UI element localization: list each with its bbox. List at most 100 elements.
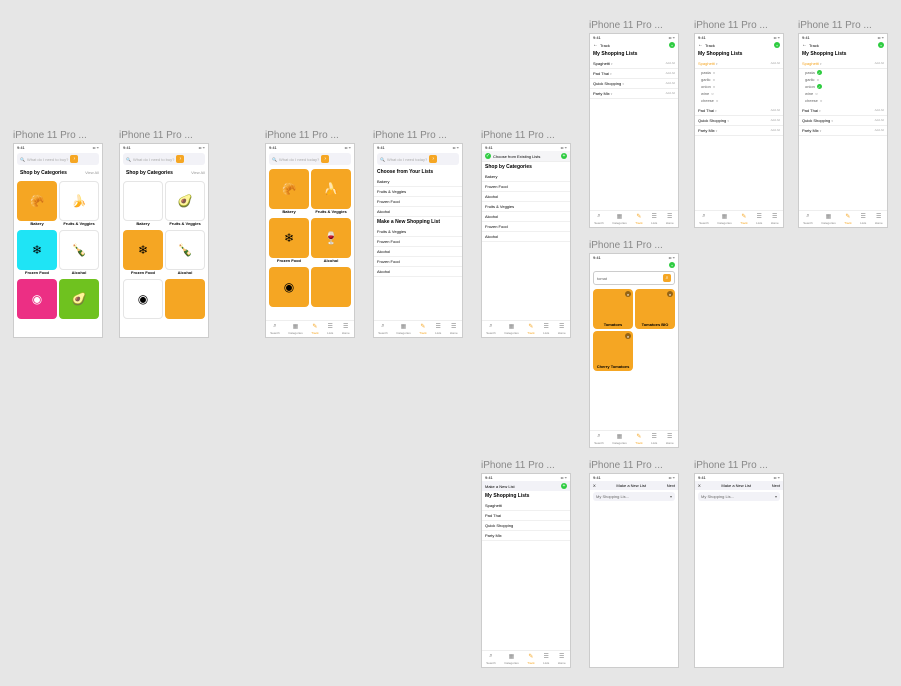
list-row[interactable]: Pad Thai ▾Add All — [799, 106, 887, 116]
list-row[interactable]: Fruits & Veggies — [374, 187, 462, 197]
tab-track[interactable]: ✎Track — [311, 323, 318, 335]
list-row[interactable]: Spaghetti ▾Add All — [590, 59, 678, 69]
category-tile-blank[interactable] — [311, 267, 351, 307]
list-row[interactable]: Fruits & Veggies — [482, 202, 570, 212]
ingredient-row[interactable]: pasta ○ — [701, 69, 780, 76]
choose-existing-row[interactable]: ✓Choose from Existing Lists + — [482, 151, 570, 162]
list-row[interactable]: Quick Shopping ▾Add All — [799, 116, 887, 126]
list-row[interactable]: Party Mix — [482, 531, 570, 541]
close-icon[interactable]: × — [625, 333, 631, 339]
tab-lists[interactable]: ☰Lists — [327, 323, 333, 335]
tab-home[interactable]: ☰Home — [342, 323, 350, 335]
ingredient-row[interactable]: wine ○ — [701, 90, 780, 97]
ingredient-row[interactable]: wine ○ — [805, 90, 884, 97]
tab-categories[interactable]: ▦Categories — [288, 323, 303, 335]
list-row[interactable]: Frozen Food — [374, 197, 462, 207]
add-list-button[interactable]: + — [561, 483, 567, 489]
list-row[interactable]: Fruits & Veggies — [374, 227, 462, 237]
next-button[interactable]: Next — [667, 483, 675, 488]
category-tile-avocado[interactable]: 🥑 — [59, 279, 99, 319]
list-row[interactable]: Frozen Food — [374, 237, 462, 247]
list-row[interactable]: Pad Thai — [482, 511, 570, 521]
close-button[interactable]: X — [698, 483, 701, 488]
category-tile-alcohol[interactable]: 🍷 — [311, 218, 351, 258]
ingredient-row[interactable]: garlic ○ — [701, 76, 780, 83]
ingredient-row-checked[interactable]: onion ✓ — [805, 83, 884, 90]
category-tile-alcohol[interactable]: 🍾 — [165, 230, 205, 270]
result-tile[interactable]: ×Cherry Tomatoes — [593, 331, 633, 371]
list-row[interactable]: Frozen Food — [482, 182, 570, 192]
next-button[interactable]: Next — [772, 483, 780, 488]
category-tile-fruit2[interactable]: ◉ — [269, 267, 309, 307]
list-row[interactable]: Alcohol — [482, 232, 570, 242]
add-icon[interactable]: + — [561, 153, 567, 159]
category-tile-blank[interactable] — [165, 279, 205, 319]
category-tile-fruit2[interactable]: ◉ — [123, 279, 163, 319]
list-row[interactable]: Alcohol — [374, 207, 462, 217]
category-tile-alcohol[interactable]: 🍾 — [59, 230, 99, 270]
search-bar[interactable]: 🔍What do I need to buy?› — [17, 153, 99, 165]
search-bar[interactable]: 🔍What do I need today?› — [269, 153, 351, 165]
list-row[interactable]: Alcohol — [482, 212, 570, 222]
result-tile[interactable]: ×Tomatoes — [593, 289, 633, 329]
list-row[interactable]: Alcohol — [374, 267, 462, 277]
list-row[interactable]: Bakery — [482, 172, 570, 182]
list-row[interactable]: Alcohol — [374, 247, 462, 257]
list-row-expanded[interactable]: Spaghetti ▾Add All — [799, 59, 887, 69]
ingredient-row-checked[interactable]: pasta ✓ — [805, 69, 884, 76]
add-button[interactable]: + — [669, 262, 675, 268]
category-tile-frozen[interactable]: ❄ — [269, 218, 309, 258]
ingredient-row[interactable]: onion ○ — [701, 83, 780, 90]
list-row[interactable]: Pad Thai ▾Add All — [695, 106, 783, 116]
category-tile-fruits[interactable]: 🍌 — [311, 169, 351, 209]
list-row[interactable]: Quick Shopping ▾Add All — [695, 116, 783, 126]
phone-new-list-a: 9:41•• ⌁ XMake a New ListNext My Shoppin… — [589, 473, 679, 668]
back-icon[interactable]: ← — [593, 42, 598, 48]
list-row-expanded[interactable]: Spaghetti ▾Add All — [695, 59, 783, 69]
category-tile-frozen[interactable]: ❄ — [17, 230, 57, 270]
category-tile-bakery[interactable]: 🥐 — [269, 169, 309, 209]
list-row[interactable]: Alcohol — [482, 192, 570, 202]
tab-search[interactable]: ⌕Search — [270, 323, 280, 335]
add-button[interactable]: + — [669, 42, 675, 48]
list-row[interactable]: Bakery — [374, 177, 462, 187]
ingredient-row[interactable]: garlic ○ — [805, 76, 884, 83]
list-row[interactable]: Party Mix ▾Add All — [590, 89, 678, 99]
ingredient-row[interactable]: cheese ○ — [805, 97, 884, 104]
list-row[interactable]: Party Mix ▾Add All — [799, 126, 887, 136]
list-row[interactable]: Pad Thai ▾Add All — [590, 69, 678, 79]
list-row[interactable]: Quick Shopping ▾Add All — [590, 79, 678, 89]
list-row[interactable]: Frozen Food — [482, 222, 570, 232]
add-button[interactable]: + — [878, 42, 884, 48]
search-button[interactable]: ⌕ — [663, 274, 671, 282]
result-tile[interactable]: ×Tomatoes BIO — [635, 289, 675, 329]
category-tile-bakery[interactable]: 🥐 — [17, 181, 57, 221]
search-bar[interactable]: 🔍What do I need today?› — [377, 153, 459, 165]
category-tile-fruits[interactable]: 🍌 — [59, 181, 99, 221]
category-tile-bakery[interactable] — [123, 181, 163, 221]
search-button[interactable]: › — [70, 155, 78, 163]
new-list-header: XMake a New ListNext — [590, 481, 678, 490]
list-dropdown[interactable]: My Shopping Lis...▾ — [698, 492, 780, 501]
search-bar[interactable]: 🔍What do I need to buy?› — [123, 153, 205, 165]
close-icon[interactable]: × — [667, 291, 673, 297]
category-tile-fruits[interactable]: 🥑 — [165, 181, 205, 221]
category-tile-frozen[interactable]: ❄ — [123, 230, 163, 270]
list-row[interactable]: Quick Shopping — [482, 521, 570, 531]
close-icon[interactable]: × — [625, 291, 631, 297]
artboard-label: iPhone 11 Pro ... — [119, 130, 209, 141]
list-row[interactable]: Party Mix ▾Add All — [695, 126, 783, 136]
search-input-filled[interactable]: ⌕ — [593, 271, 675, 285]
view-all-link[interactable]: View All — [85, 170, 99, 175]
back-icon[interactable]: ← — [698, 42, 703, 48]
list-dropdown[interactable]: My Shopping Lis...▾ — [593, 492, 675, 501]
phone-track-expanded: 9:41•• ⌁ ←Track+ My Shopping Lists Spagh… — [694, 33, 784, 228]
add-button[interactable]: + — [774, 42, 780, 48]
ingredient-row[interactable]: cheese ○ — [701, 97, 780, 104]
close-button[interactable]: X — [593, 483, 596, 488]
category-tile-fruit2[interactable]: ◉ — [17, 279, 57, 319]
list-row[interactable]: Frozen Food — [374, 257, 462, 267]
back-icon[interactable]: ← — [802, 42, 807, 48]
chevron-down-icon: ▾ — [670, 494, 672, 499]
list-row[interactable]: Spaghetti — [482, 501, 570, 511]
